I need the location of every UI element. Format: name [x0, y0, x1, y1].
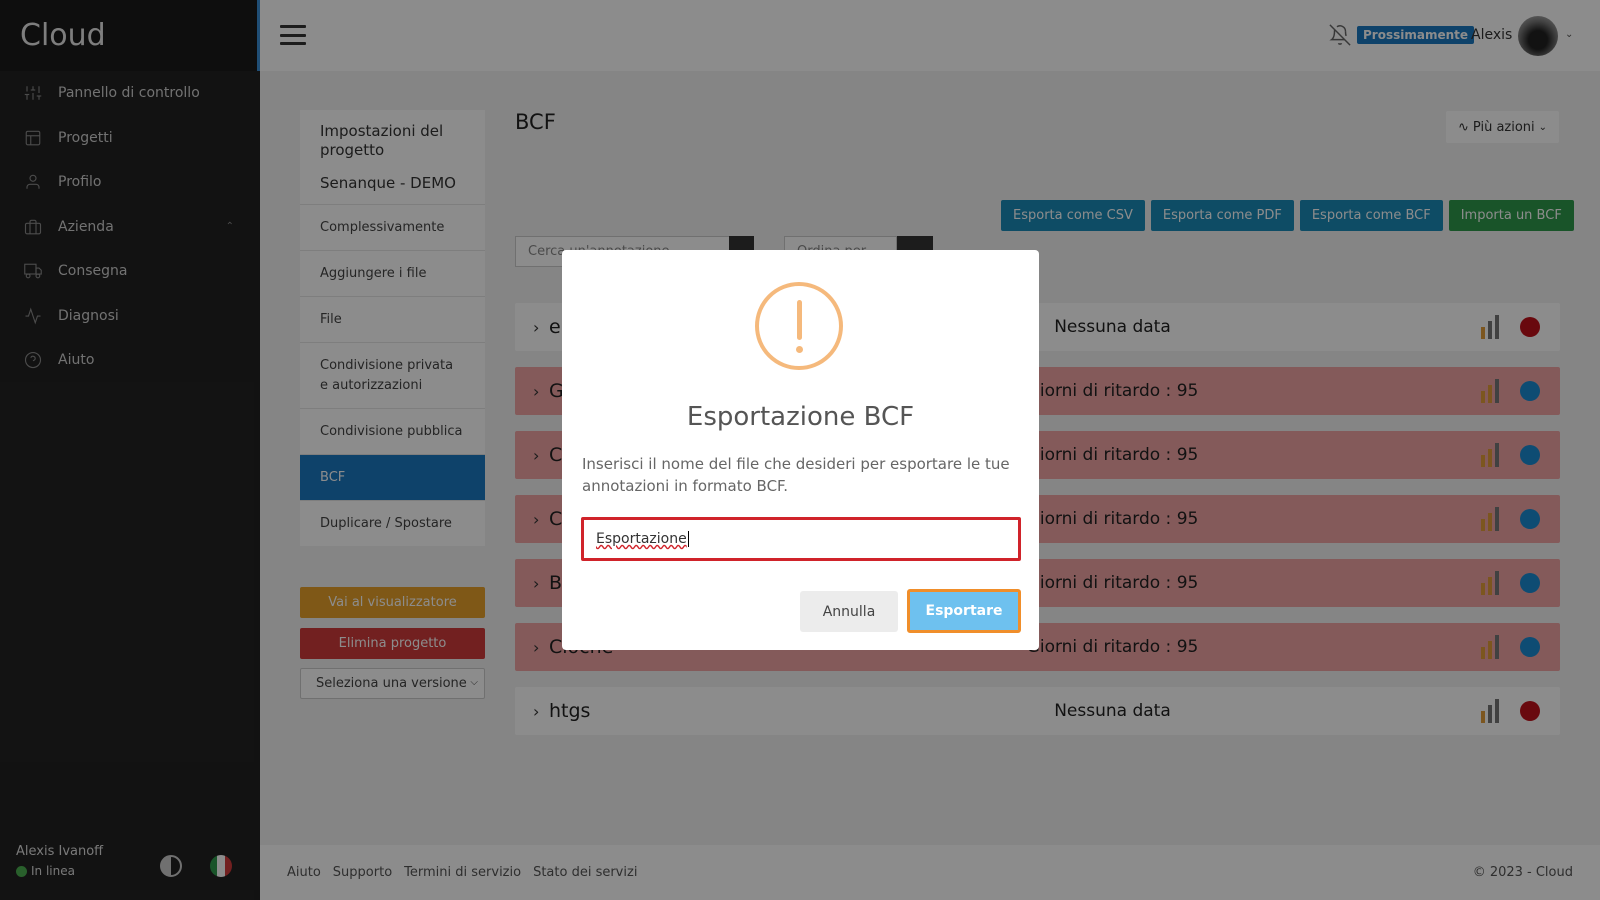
filename-value: Esportazione [596, 531, 687, 547]
cancel-button[interactable]: Annulla [800, 591, 898, 632]
warning-icon [755, 282, 843, 370]
dialog-message: Inserisci il nome del file che desideri … [582, 455, 1010, 495]
export-button[interactable]: Esportare [907, 589, 1021, 633]
export-bcf-dialog: Esportazione BCF Inserisci il nome del f… [562, 250, 1039, 650]
dialog-title: Esportazione BCF [686, 402, 915, 432]
filename-input[interactable]: Esportazione [581, 517, 1021, 561]
text-caret [687, 531, 689, 547]
